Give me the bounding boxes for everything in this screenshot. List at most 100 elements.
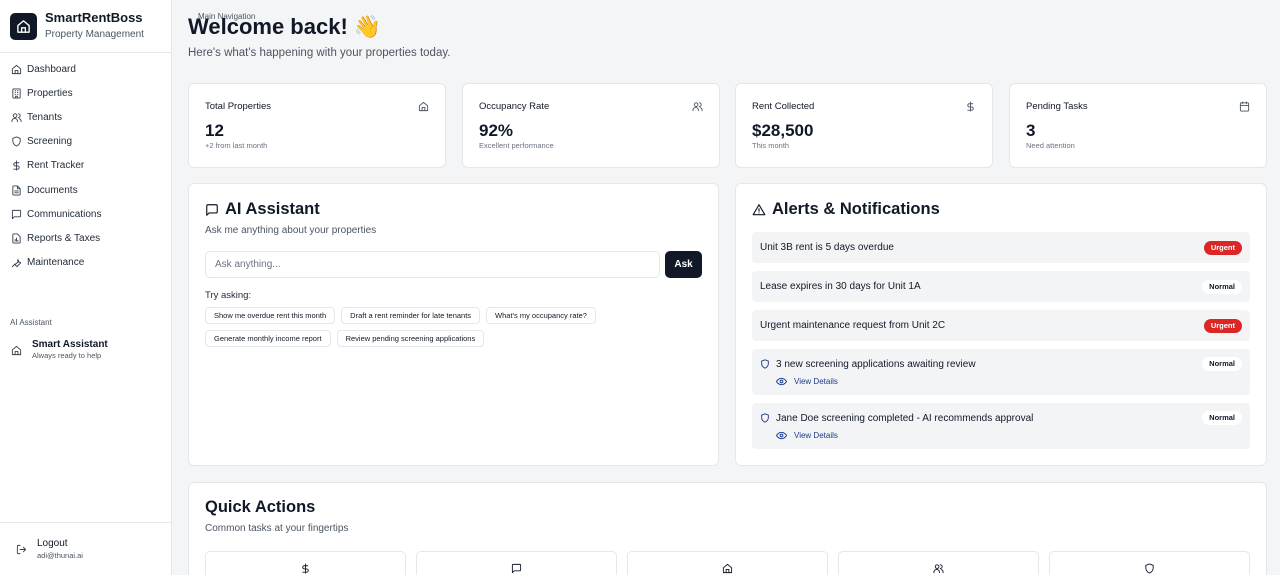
ai-assistant-section: AI Assistant Smart Assistant Always read… xyxy=(0,318,171,361)
sidebar-item-label: Screening xyxy=(27,136,73,148)
dollar-icon xyxy=(302,563,309,574)
stat-label: Rent Collected xyxy=(752,101,815,112)
quick-actions-panel: Quick Actions Common tasks at your finge… xyxy=(188,482,1267,575)
sidebar: SmartRentBoss Property Management Main N… xyxy=(0,0,255,575)
logout-label: Logout xyxy=(37,537,68,549)
page-title: Welcome back! 👋 xyxy=(188,14,382,39)
shield-icon xyxy=(761,359,769,369)
home-icon xyxy=(11,345,22,355)
view-details-link[interactable]: View Details xyxy=(776,376,1242,387)
smart-assistant-item[interactable]: Smart Assistant Always ready to help xyxy=(0,339,171,361)
home-icon xyxy=(418,101,429,112)
sidebar-item-dashboard[interactable]: Dashboard xyxy=(0,57,171,81)
sidebar-item-label: Maintenance xyxy=(27,257,85,269)
quick-action-tenants-button[interactable] xyxy=(838,551,1039,575)
message-icon xyxy=(511,563,521,574)
shield-icon xyxy=(12,136,21,147)
page-subtitle: Here's what's happening with your proper… xyxy=(188,47,451,59)
ai-assistant-label: AI Assistant xyxy=(10,318,52,327)
stat-value: 12 xyxy=(205,121,224,140)
stat-note: This month xyxy=(752,141,790,150)
home-icon xyxy=(10,12,37,40)
sidebar-item-documents[interactable]: Documents xyxy=(0,178,171,202)
quick-action-message-button[interactable] xyxy=(416,551,617,575)
sidebar-item-screening[interactable]: Screening xyxy=(0,130,171,154)
priority-badge: Normal xyxy=(1202,357,1242,371)
stat-note: Excellent performance xyxy=(479,141,554,150)
quick-actions-title: Quick Actions xyxy=(205,498,316,516)
wrench-icon xyxy=(11,259,22,268)
stat-card-occupancy-rate: Occupancy Rate 92% Excellent performance xyxy=(462,83,720,168)
priority-badge: Normal xyxy=(1202,411,1242,425)
users-icon xyxy=(933,564,944,574)
stat-value: 3 xyxy=(1026,121,1036,140)
suggestion-chip[interactable]: Generate monthly income report xyxy=(205,330,331,347)
suggestion-chip[interactable]: Draft a rent reminder for late tenants xyxy=(341,307,481,324)
alert-item: 3 new screening applications awaiting re… xyxy=(752,349,1250,395)
sidebar-item-rent-tracker[interactable]: Rent Tracker xyxy=(0,154,171,178)
users-icon xyxy=(692,102,703,112)
quick-action-rent-button[interactable] xyxy=(205,551,406,575)
stat-card-rent-collected: Rent Collected $28,500 This month xyxy=(735,83,993,168)
view-details-label: View Details xyxy=(794,377,838,386)
calendar-icon xyxy=(1239,101,1250,112)
alert-message: Jane Doe screening completed - AI recomm… xyxy=(776,412,1034,424)
view-details-link[interactable]: View Details xyxy=(776,430,1242,441)
main-navigation: Dashboard Properties Tenants Screening R… xyxy=(0,57,171,275)
stat-note: +2 from last month xyxy=(205,141,268,150)
ai-assistant-title: AI Assistant xyxy=(225,200,320,218)
priority-badge: Urgent xyxy=(1203,318,1242,333)
alerts-title: Alerts & Notifications xyxy=(772,200,940,218)
ai-assistant-subtitle: Ask me anything about your properties xyxy=(205,225,377,236)
stat-label: Occupancy Rate xyxy=(479,101,550,112)
alert-message: Unit 3B rent is 5 days overdue xyxy=(760,242,894,253)
chart-icon xyxy=(12,233,21,244)
alert-item[interactable]: Unit 3B rent is 5 days overdue Urgent xyxy=(752,232,1250,263)
sidebar-item-tenants[interactable]: Tenants xyxy=(0,105,171,129)
stat-label: Pending Tasks xyxy=(1026,101,1088,112)
sidebar-item-label: Communications xyxy=(27,208,102,220)
dollar-icon xyxy=(13,160,20,171)
view-details-label: View Details xyxy=(794,431,838,440)
suggestion-chips: Show me overdue rent this month Draft a … xyxy=(205,307,675,353)
sidebar-item-maintenance[interactable]: Maintenance xyxy=(0,251,171,275)
try-asking-label: Try asking: xyxy=(205,290,252,301)
quick-actions-subtitle: Common tasks at your fingertips xyxy=(205,523,349,534)
sidebar-item-reports-taxes[interactable]: Reports & Taxes xyxy=(0,226,171,250)
message-icon xyxy=(11,209,22,219)
sidebar-item-label: Documents xyxy=(27,184,78,196)
home-icon xyxy=(11,64,22,74)
eye-icon xyxy=(776,431,787,440)
sidebar-item-label: Tenants xyxy=(27,111,63,123)
suggestion-chip[interactable]: Review pending screening applications xyxy=(336,330,485,347)
alert-item[interactable]: Urgent maintenance request from Unit 2C … xyxy=(752,310,1250,341)
brand[interactable]: SmartRentBoss Property Management xyxy=(0,0,171,53)
home-icon xyxy=(722,563,733,574)
sidebar-item-communications[interactable]: Communications xyxy=(0,202,171,226)
logout-button[interactable]: Logout adi@thunai.ai xyxy=(0,522,171,575)
warning-icon xyxy=(752,203,766,215)
priority-badge: Normal xyxy=(1202,279,1242,294)
suggestion-chip[interactable]: Show me overdue rent this month xyxy=(205,307,336,324)
smart-assistant-title: Smart Assistant xyxy=(32,339,108,350)
building-icon xyxy=(12,88,21,99)
users-icon xyxy=(11,113,22,123)
alert-message: Lease expires in 30 days for Unit 1A xyxy=(760,281,921,292)
ask-button[interactable]: Ask xyxy=(665,251,702,278)
quick-action-property-button[interactable] xyxy=(627,551,828,575)
stat-card-total-properties: Total Properties 12 +2 from last month xyxy=(188,83,446,168)
brand-name: SmartRentBoss xyxy=(45,10,143,25)
quick-action-screening-button[interactable] xyxy=(1049,551,1250,575)
ask-input[interactable] xyxy=(205,251,661,278)
sidebar-item-properties[interactable]: Properties xyxy=(0,81,171,105)
sidebar-item-label: Dashboard xyxy=(27,63,76,75)
alert-message: Urgent maintenance request from Unit 2C xyxy=(760,320,946,331)
suggestion-chip[interactable]: What's my occupancy rate? xyxy=(486,307,596,324)
priority-badge: Urgent xyxy=(1203,240,1242,255)
alert-item[interactable]: Lease expires in 30 days for Unit 1A Nor… xyxy=(752,271,1250,302)
alert-list: Unit 3B rent is 5 days overdue Urgent Le… xyxy=(752,232,1250,449)
alerts-panel: Alerts & Notifications Unit 3B rent is 5… xyxy=(735,183,1267,466)
alert-item: Jane Doe screening completed - AI recomm… xyxy=(752,403,1250,449)
shield-icon xyxy=(761,413,769,423)
brand-subtitle: Property Management xyxy=(45,29,144,40)
